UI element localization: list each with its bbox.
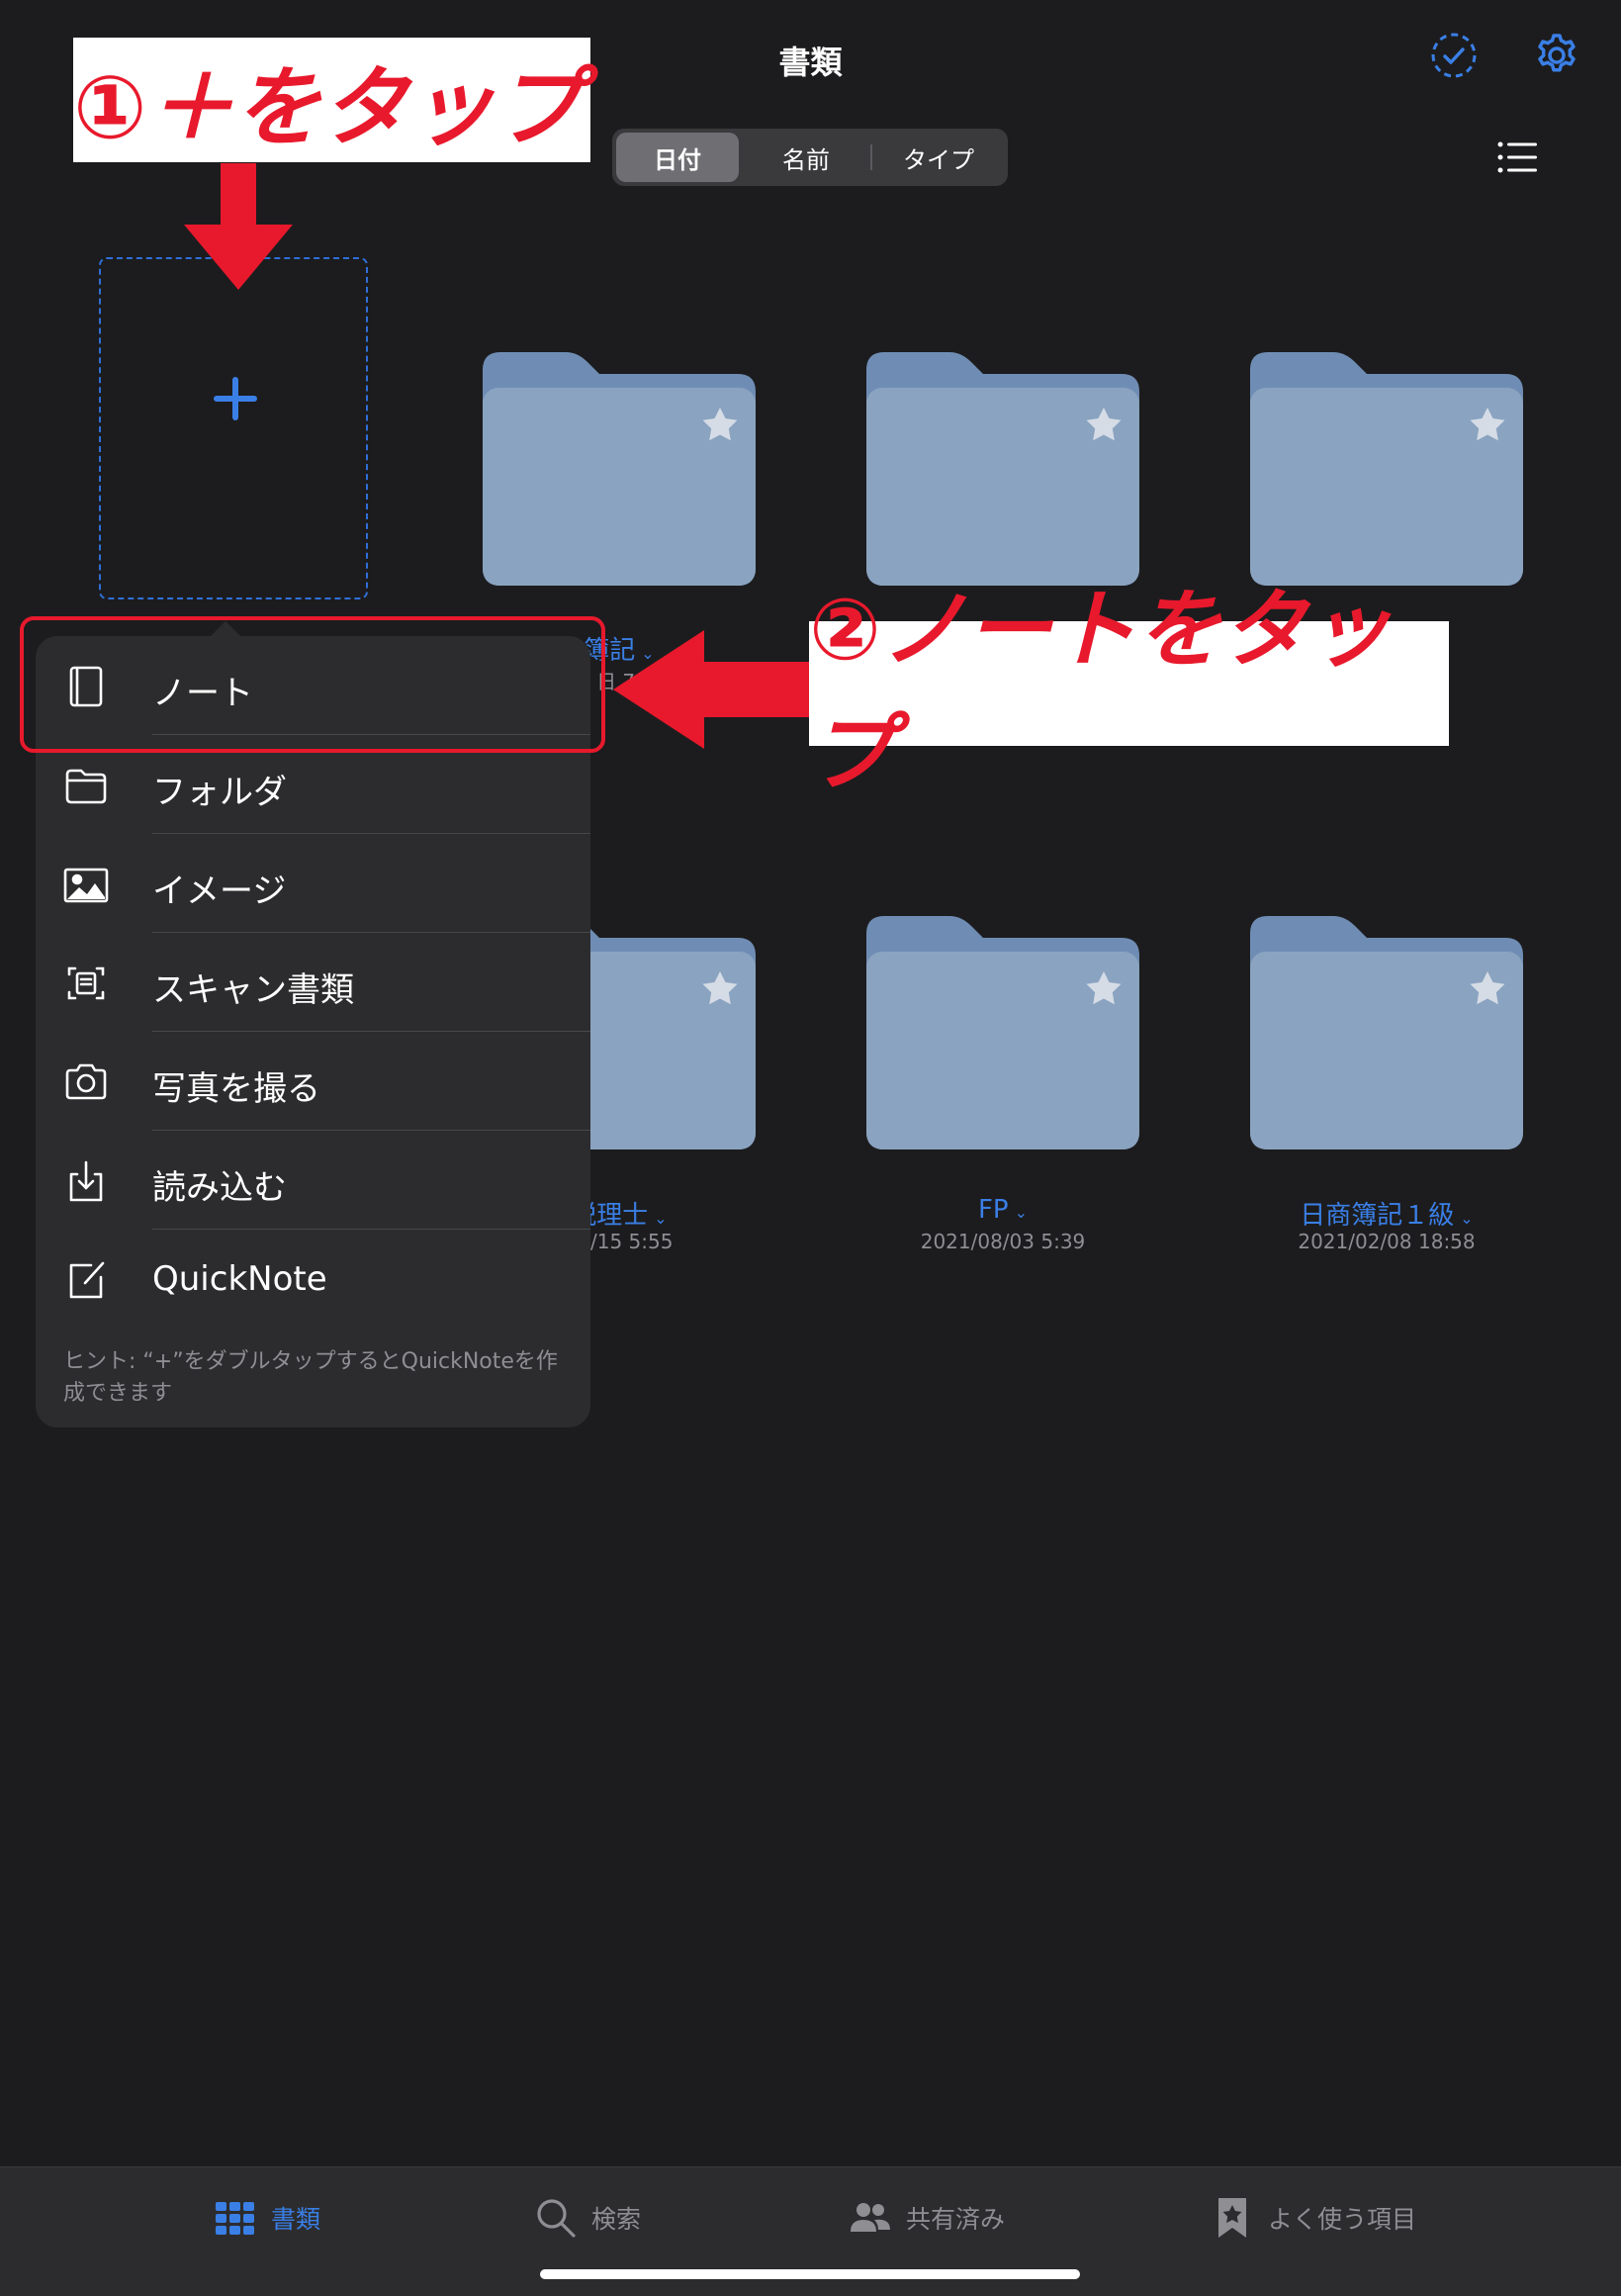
- quicknote-icon: [69, 1261, 105, 1299]
- bookmark-star-icon: [1218, 2198, 1246, 2238]
- menu-item-label: フォルダ: [152, 773, 287, 812]
- menu-item-camera[interactable]: 写真を撮る: [36, 1032, 590, 1131]
- folder-icon: [483, 352, 756, 586]
- folder-date: 2021/02/08 18:58: [1298, 1230, 1476, 1253]
- tab-documents[interactable]: 書類: [214, 2195, 320, 2241]
- menu-item-label: QuickNote: [152, 1259, 327, 1299]
- folder-date: 2021/08/03 5:39: [920, 1230, 1086, 1253]
- annotation-highlight-box: [20, 616, 605, 753]
- chevron-down-icon: ⌄: [1014, 1203, 1029, 1222]
- tab-label: よく使う項目: [1268, 2205, 1417, 2234]
- annotation-step2: ②ノートをタップ: [809, 581, 1449, 803]
- folder-name-text: FP: [977, 1195, 1009, 1225]
- menu-item-label: 写真を撮る: [152, 1069, 320, 1109]
- folder-icon: [866, 916, 1139, 1149]
- new-document-tile[interactable]: [99, 257, 368, 599]
- people-icon: [851, 2203, 890, 2232]
- tab-search[interactable]: 検索: [534, 2195, 641, 2241]
- list-icon: [1497, 141, 1537, 173]
- folder-icon: [866, 352, 1139, 586]
- menu-item-label: イメージ: [152, 872, 287, 911]
- folder-name[interactable]: 日商簿記１級 ⌄: [1194, 1195, 1579, 1232]
- search-icon: [537, 2199, 576, 2238]
- folder-item[interactable]: [1250, 352, 1523, 586]
- settings-button[interactable]: [1529, 28, 1584, 83]
- sort-by-name[interactable]: 名前: [743, 133, 869, 182]
- folder-item[interactable]: [866, 916, 1139, 1149]
- create-popover: ノート フォルダ イメージ スキャン書類 写真を撮る 読み込む QuickNot…: [36, 636, 590, 1427]
- menu-item-import[interactable]: 読み込む: [36, 1131, 590, 1230]
- folder-icon: [65, 769, 107, 804]
- tab-label: 書類: [271, 2205, 321, 2234]
- image-icon: [63, 868, 109, 903]
- tab-label: 検索: [591, 2205, 642, 2234]
- folder-item[interactable]: [866, 352, 1139, 586]
- chevron-down-icon: ⌄: [654, 1209, 668, 1228]
- home-indicator: [540, 2269, 1080, 2279]
- tab-shared[interactable]: 共有済み: [849, 2195, 1005, 2241]
- chevron-down-icon: ⌄: [1460, 1209, 1474, 1228]
- folder-item[interactable]: [1250, 916, 1523, 1149]
- sort-segmented-control[interactable]: 日付 名前 タイプ: [612, 129, 1008, 186]
- gear-icon: [1538, 34, 1576, 72]
- menu-item-scan[interactable]: スキャン書類: [36, 933, 590, 1032]
- tab-favorites[interactable]: よく使う項目: [1211, 2195, 1416, 2241]
- tab-label: 共有済み: [906, 2205, 1006, 2234]
- annotation-arrow-down-icon: [184, 163, 293, 290]
- select-check-icon: [1431, 33, 1477, 78]
- select-button[interactable]: [1426, 28, 1482, 83]
- menu-item-label: スキャン書類: [152, 970, 354, 1010]
- annotation-arrow-left-icon: [613, 630, 811, 749]
- menu-item-label: 読み込む: [152, 1168, 287, 1208]
- folder-item[interactable]: [483, 352, 756, 586]
- sort-by-type[interactable]: タイプ: [873, 133, 1004, 182]
- camera-icon: [65, 1063, 107, 1100]
- folder-name[interactable]: FP ⌄: [810, 1195, 1196, 1225]
- list-view-button[interactable]: [1495, 135, 1541, 180]
- plus-icon: [214, 377, 257, 420]
- menu-item-image[interactable]: イメージ: [36, 834, 590, 933]
- popover-hint: ヒント: “+”をダブルタップするとQuickNoteを作成できます: [63, 1349, 558, 1406]
- folder-icon: [1250, 352, 1523, 586]
- folder-icon: [1250, 916, 1523, 1149]
- scan-icon: [67, 966, 105, 1000]
- sort-by-date[interactable]: 日付: [616, 133, 739, 182]
- grid-icon: [216, 2202, 254, 2235]
- segment-divider: [870, 144, 872, 170]
- annotation-step1: ①＋をタップ: [73, 38, 590, 162]
- menu-item-quicknote[interactable]: QuickNote: [36, 1230, 590, 1329]
- folder-name-text: 日商簿記１級: [1300, 1201, 1455, 1231]
- import-icon: [69, 1160, 103, 1202]
